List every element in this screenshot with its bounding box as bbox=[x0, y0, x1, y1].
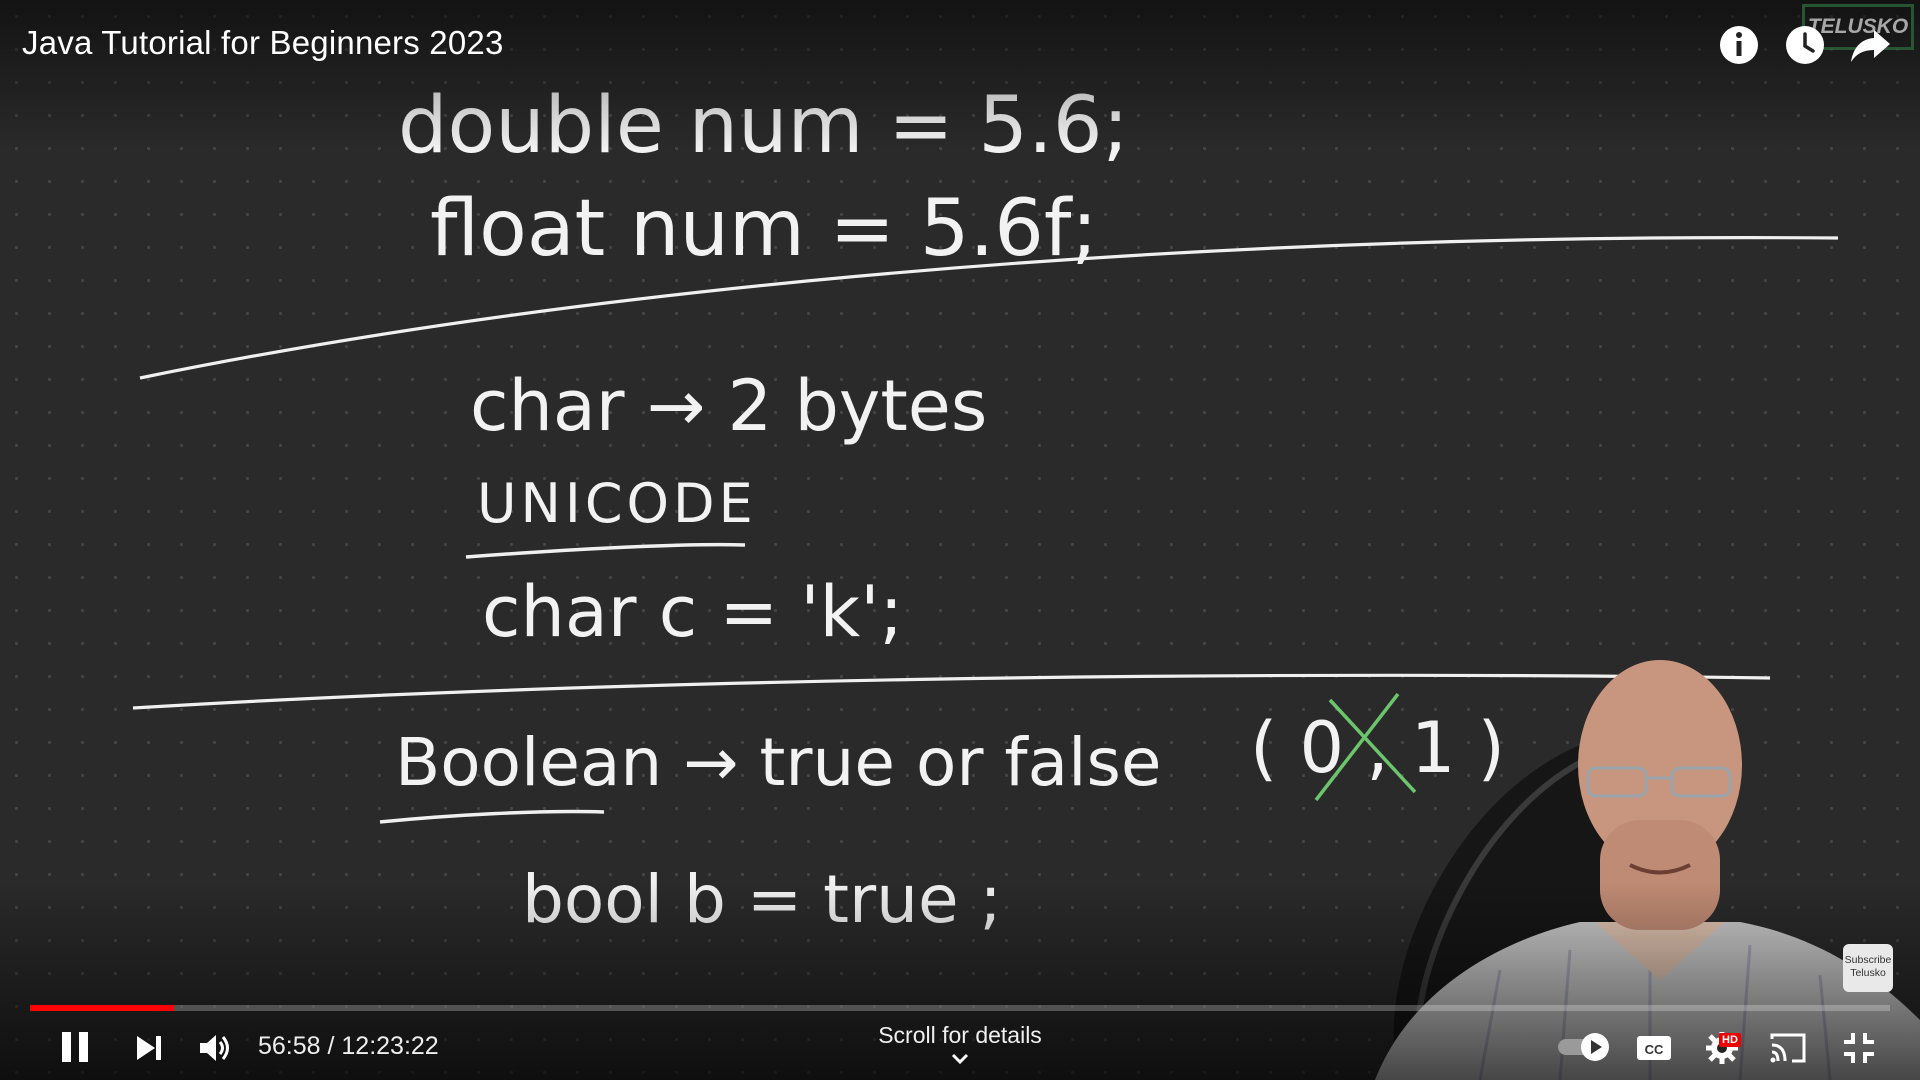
progress-played bbox=[30, 1005, 175, 1011]
exit-fullscreen-button[interactable] bbox=[1842, 1031, 1876, 1070]
chevron-down-icon[interactable] bbox=[950, 1052, 970, 1066]
autoplay-icon bbox=[1558, 1033, 1609, 1061]
hd-badge: HD bbox=[1719, 1033, 1741, 1047]
whiteboard-line-float: float num = 5.6f; bbox=[430, 184, 1098, 274]
share-icon bbox=[1851, 30, 1890, 62]
top-overlay bbox=[0, 0, 1920, 150]
subscribe-watermark[interactable]: Subscribe Telusko bbox=[1843, 944, 1893, 992]
exit-fullscreen-icon bbox=[1844, 1033, 1874, 1063]
scroll-for-details[interactable]: Scroll for details bbox=[0, 1022, 1920, 1049]
captions-button[interactable]: CC bbox=[1636, 1034, 1672, 1067]
svg-text:CC: CC bbox=[1645, 1042, 1664, 1057]
autoplay-toggle[interactable] bbox=[1556, 1030, 1612, 1069]
progress-bar[interactable] bbox=[30, 1005, 1890, 1011]
share-button[interactable] bbox=[1848, 22, 1894, 68]
boolean-underline bbox=[379, 809, 605, 824]
whiteboard-line-char-bytes: char → 2 bytes bbox=[470, 365, 987, 447]
video-title[interactable]: Java Tutorial for Beginners 2023 bbox=[22, 24, 504, 62]
whiteboard-line-char-c: char c = 'k'; bbox=[482, 571, 903, 653]
info-button[interactable] bbox=[1716, 22, 1762, 68]
unicode-underline bbox=[465, 542, 746, 559]
cast-button[interactable] bbox=[1770, 1031, 1808, 1070]
clock-icon bbox=[1786, 26, 1824, 64]
watch-later-button[interactable] bbox=[1782, 22, 1828, 68]
closed-captions-icon: CC bbox=[1637, 1036, 1671, 1060]
info-icon bbox=[1720, 26, 1758, 64]
cast-icon bbox=[1770, 1033, 1806, 1063]
whiteboard-line-unicode: UNICODE bbox=[477, 472, 757, 535]
whiteboard-line-boolean: Boolean → true or false bbox=[395, 724, 1161, 801]
